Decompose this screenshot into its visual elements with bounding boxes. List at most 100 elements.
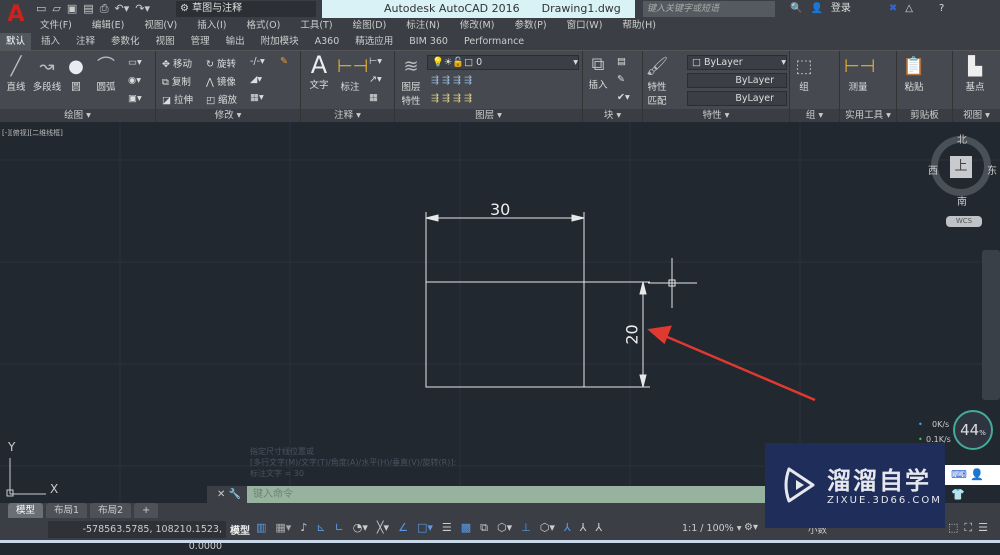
leader-icon[interactable]: ↗▾ <box>369 74 382 85</box>
boundary-icon[interactable]: ▣▾ <box>128 93 142 104</box>
help-icon[interactable]: ? <box>939 1 944 17</box>
new-icon[interactable]: ▭ <box>36 2 46 16</box>
isodraft-icon[interactable]: ╳▾ <box>377 521 389 535</box>
grid-icon[interactable]: ▥ <box>256 521 266 535</box>
layer-tools-row1-icon[interactable]: ⇶ ⇶ ⇶ ⇶ <box>431 75 472 86</box>
menu-dimension[interactable]: 标注(N) <box>406 18 440 33</box>
menu-draw[interactable]: 绘图(D) <box>353 18 387 33</box>
measure-tool[interactable]: ⊢⊣ 测量 <box>844 55 875 93</box>
tab-layout2[interactable]: 布局2 <box>90 503 132 518</box>
layer-tools-row2-icon[interactable]: ⇶ ⇶ ⇶ ⇶ <box>431 93 472 104</box>
groups-panel-label[interactable]: 组 ▾ <box>790 109 839 123</box>
osnap-icon[interactable]: □▾ <box>417 521 433 535</box>
snap-icon[interactable]: ▦▾ <box>275 521 291 535</box>
erase-icon[interactable]: ✎ <box>280 56 288 67</box>
lineweight-dropdown[interactable]: ByLayer <box>687 91 787 106</box>
annotation-scale-dropdown[interactable]: 1:1 / 100% ▾ <box>682 523 742 534</box>
tab-manage[interactable]: 管理 <box>185 33 216 50</box>
dynamic-input-icon[interactable]: ⊾ <box>316 521 325 535</box>
workspace-gear-icon[interactable]: ⚙▾ <box>744 522 758 533</box>
compass-east[interactable]: 东 <box>987 162 997 177</box>
layers-panel-label[interactable]: 图层 ▾ <box>395 109 582 123</box>
block-panel-label[interactable]: 块 ▾ <box>583 109 642 123</box>
workspace-dropdown[interactable]: ⚙ 草图与注释 <box>176 1 316 17</box>
properties-panel-label[interactable]: 特性 ▾ <box>643 109 789 123</box>
annotation-scale-icon[interactable]: ⅄ <box>595 521 602 535</box>
arc-tool[interactable]: ⌒ 圆弧 <box>94 55 118 93</box>
tab-default[interactable]: 默认 <box>0 33 32 50</box>
tab-layout1[interactable]: 布局1 <box>46 503 88 518</box>
autoscale-icon[interactable]: ⅄ <box>580 521 587 535</box>
application-menu-button[interactable]: A <box>0 0 32 33</box>
circle-tool[interactable]: ● 圆 <box>64 55 88 93</box>
edit-block-icon[interactable]: ✎ <box>617 74 625 85</box>
copy-tool[interactable]: ⧉ 复制 <box>162 74 191 88</box>
isolate-icon[interactable]: ⬚ <box>948 521 958 535</box>
tab-view[interactable]: 视图 <box>150 33 181 50</box>
command-input[interactable]: 键入命令 <box>207 486 767 504</box>
gizmo-icon[interactable]: ⬡▾ <box>540 521 555 535</box>
compass-south[interactable]: 南 <box>957 193 967 208</box>
rectangle[interactable] <box>425 281 585 388</box>
scale-tool[interactable]: ◰ 缩放 <box>206 92 237 106</box>
color-dropdown[interactable]: □ ByLayer ▾ <box>687 55 787 70</box>
tab-output[interactable]: 输出 <box>220 33 251 50</box>
fullscreen-icon[interactable]: ⛶ <box>964 521 972 535</box>
navigation-bar[interactable] <box>982 250 1000 400</box>
paste-tool[interactable]: 📋 粘贴 <box>901 55 927 93</box>
add-layout-button[interactable]: + <box>134 503 159 518</box>
print-icon[interactable]: ⎙ <box>100 2 109 16</box>
binoculars-icon[interactable]: 🔍 <box>790 1 802 17</box>
search-input[interactable]: 键入关键字或短语 <box>643 1 775 17</box>
save-as-icon[interactable]: ▤ <box>83 2 93 16</box>
object-snap-tracking-icon[interactable]: ∠ <box>398 521 408 535</box>
line-tool[interactable]: ╱ 直线 <box>4 55 28 93</box>
menu-format[interactable]: 格式(O) <box>246 18 280 33</box>
model-space-button[interactable]: 模型 <box>230 522 250 537</box>
menu-file[interactable]: 文件(F) <box>40 18 72 33</box>
draw-panel-label[interactable]: 绘图 ▾ <box>0 109 155 123</box>
menu-help[interactable]: 帮助(H) <box>622 18 656 33</box>
tab-a360[interactable]: A360 <box>309 33 346 50</box>
a360-icon[interactable]: △ <box>905 1 913 17</box>
menu-parametric[interactable]: 参数(P) <box>514 18 546 33</box>
fillet-icon[interactable]: ◢▾ <box>250 74 262 85</box>
tab-performance[interactable]: Performance <box>458 33 530 50</box>
compass-west[interactable]: 西 <box>928 162 938 177</box>
menu-edit[interactable]: 编辑(E) <box>92 18 124 33</box>
tab-addins[interactable]: 附加模块 <box>255 33 305 50</box>
create-block-icon[interactable]: ▤ <box>617 56 626 67</box>
tray-icons[interactable]: ⌨ 👤 👕 <box>945 465 1000 501</box>
tab-parametric[interactable]: 参数化 <box>105 33 146 50</box>
redo-icon[interactable]: ↷▾ <box>135 2 150 16</box>
save-icon[interactable]: ▣ <box>67 2 77 16</box>
layer-dropdown[interactable]: 💡☀🔓□ 0 ▾ <box>427 55 579 70</box>
view-panel-label[interactable]: 视图 ▾ <box>953 109 1000 123</box>
viewcube-top-face[interactable]: 上 <box>950 156 972 178</box>
annotation-panel-label[interactable]: 注释 ▾ <box>301 109 394 123</box>
insert-block-tool[interactable]: ⧉ 插入 <box>585 53 611 91</box>
infer-icon[interactable]: ♪ <box>300 521 307 535</box>
tab-annotate[interactable]: 注释 <box>70 33 101 50</box>
mirror-tool[interactable]: ⋀ 镜像 <box>206 74 236 88</box>
tab-insert[interactable]: 插入 <box>35 33 66 50</box>
polar-icon[interactable]: ◔▾ <box>353 521 368 535</box>
coordinates-readout[interactable]: -578563.5785, 108210.1523, 0.0000 <box>48 521 226 552</box>
login-button[interactable]: 登录 <box>831 1 851 17</box>
selection-cycling-icon[interactable]: ⧉ <box>480 521 488 535</box>
tab-bim360[interactable]: BIM 360 <box>403 33 454 50</box>
cpu-usage-gauge[interactable]: 44% <box>953 410 993 450</box>
clipboard-panel-label[interactable]: 剪贴板 <box>897 109 952 123</box>
lineweight-icon[interactable]: ☰ <box>442 521 452 535</box>
linetype-dropdown[interactable]: ByLayer <box>687 73 787 88</box>
transparency-icon[interactable]: ▩ <box>461 521 471 535</box>
rotate-tool[interactable]: ↻ 旋转 <box>206 56 236 70</box>
menu-tools[interactable]: 工具(T) <box>300 18 332 33</box>
menu-window[interactable]: 窗口(W) <box>567 18 603 33</box>
menu-insert[interactable]: 插入(I) <box>197 18 226 33</box>
menu-view[interactable]: 视图(V) <box>144 18 177 33</box>
hatch-icon[interactable]: ◉▾ <box>128 75 141 86</box>
dimension-tool[interactable]: ⊢⊣ 标注 <box>337 55 368 93</box>
close-icon[interactable]: ✕ <box>217 489 225 500</box>
annotation-visibility-icon[interactable]: ⅄ <box>564 521 571 535</box>
